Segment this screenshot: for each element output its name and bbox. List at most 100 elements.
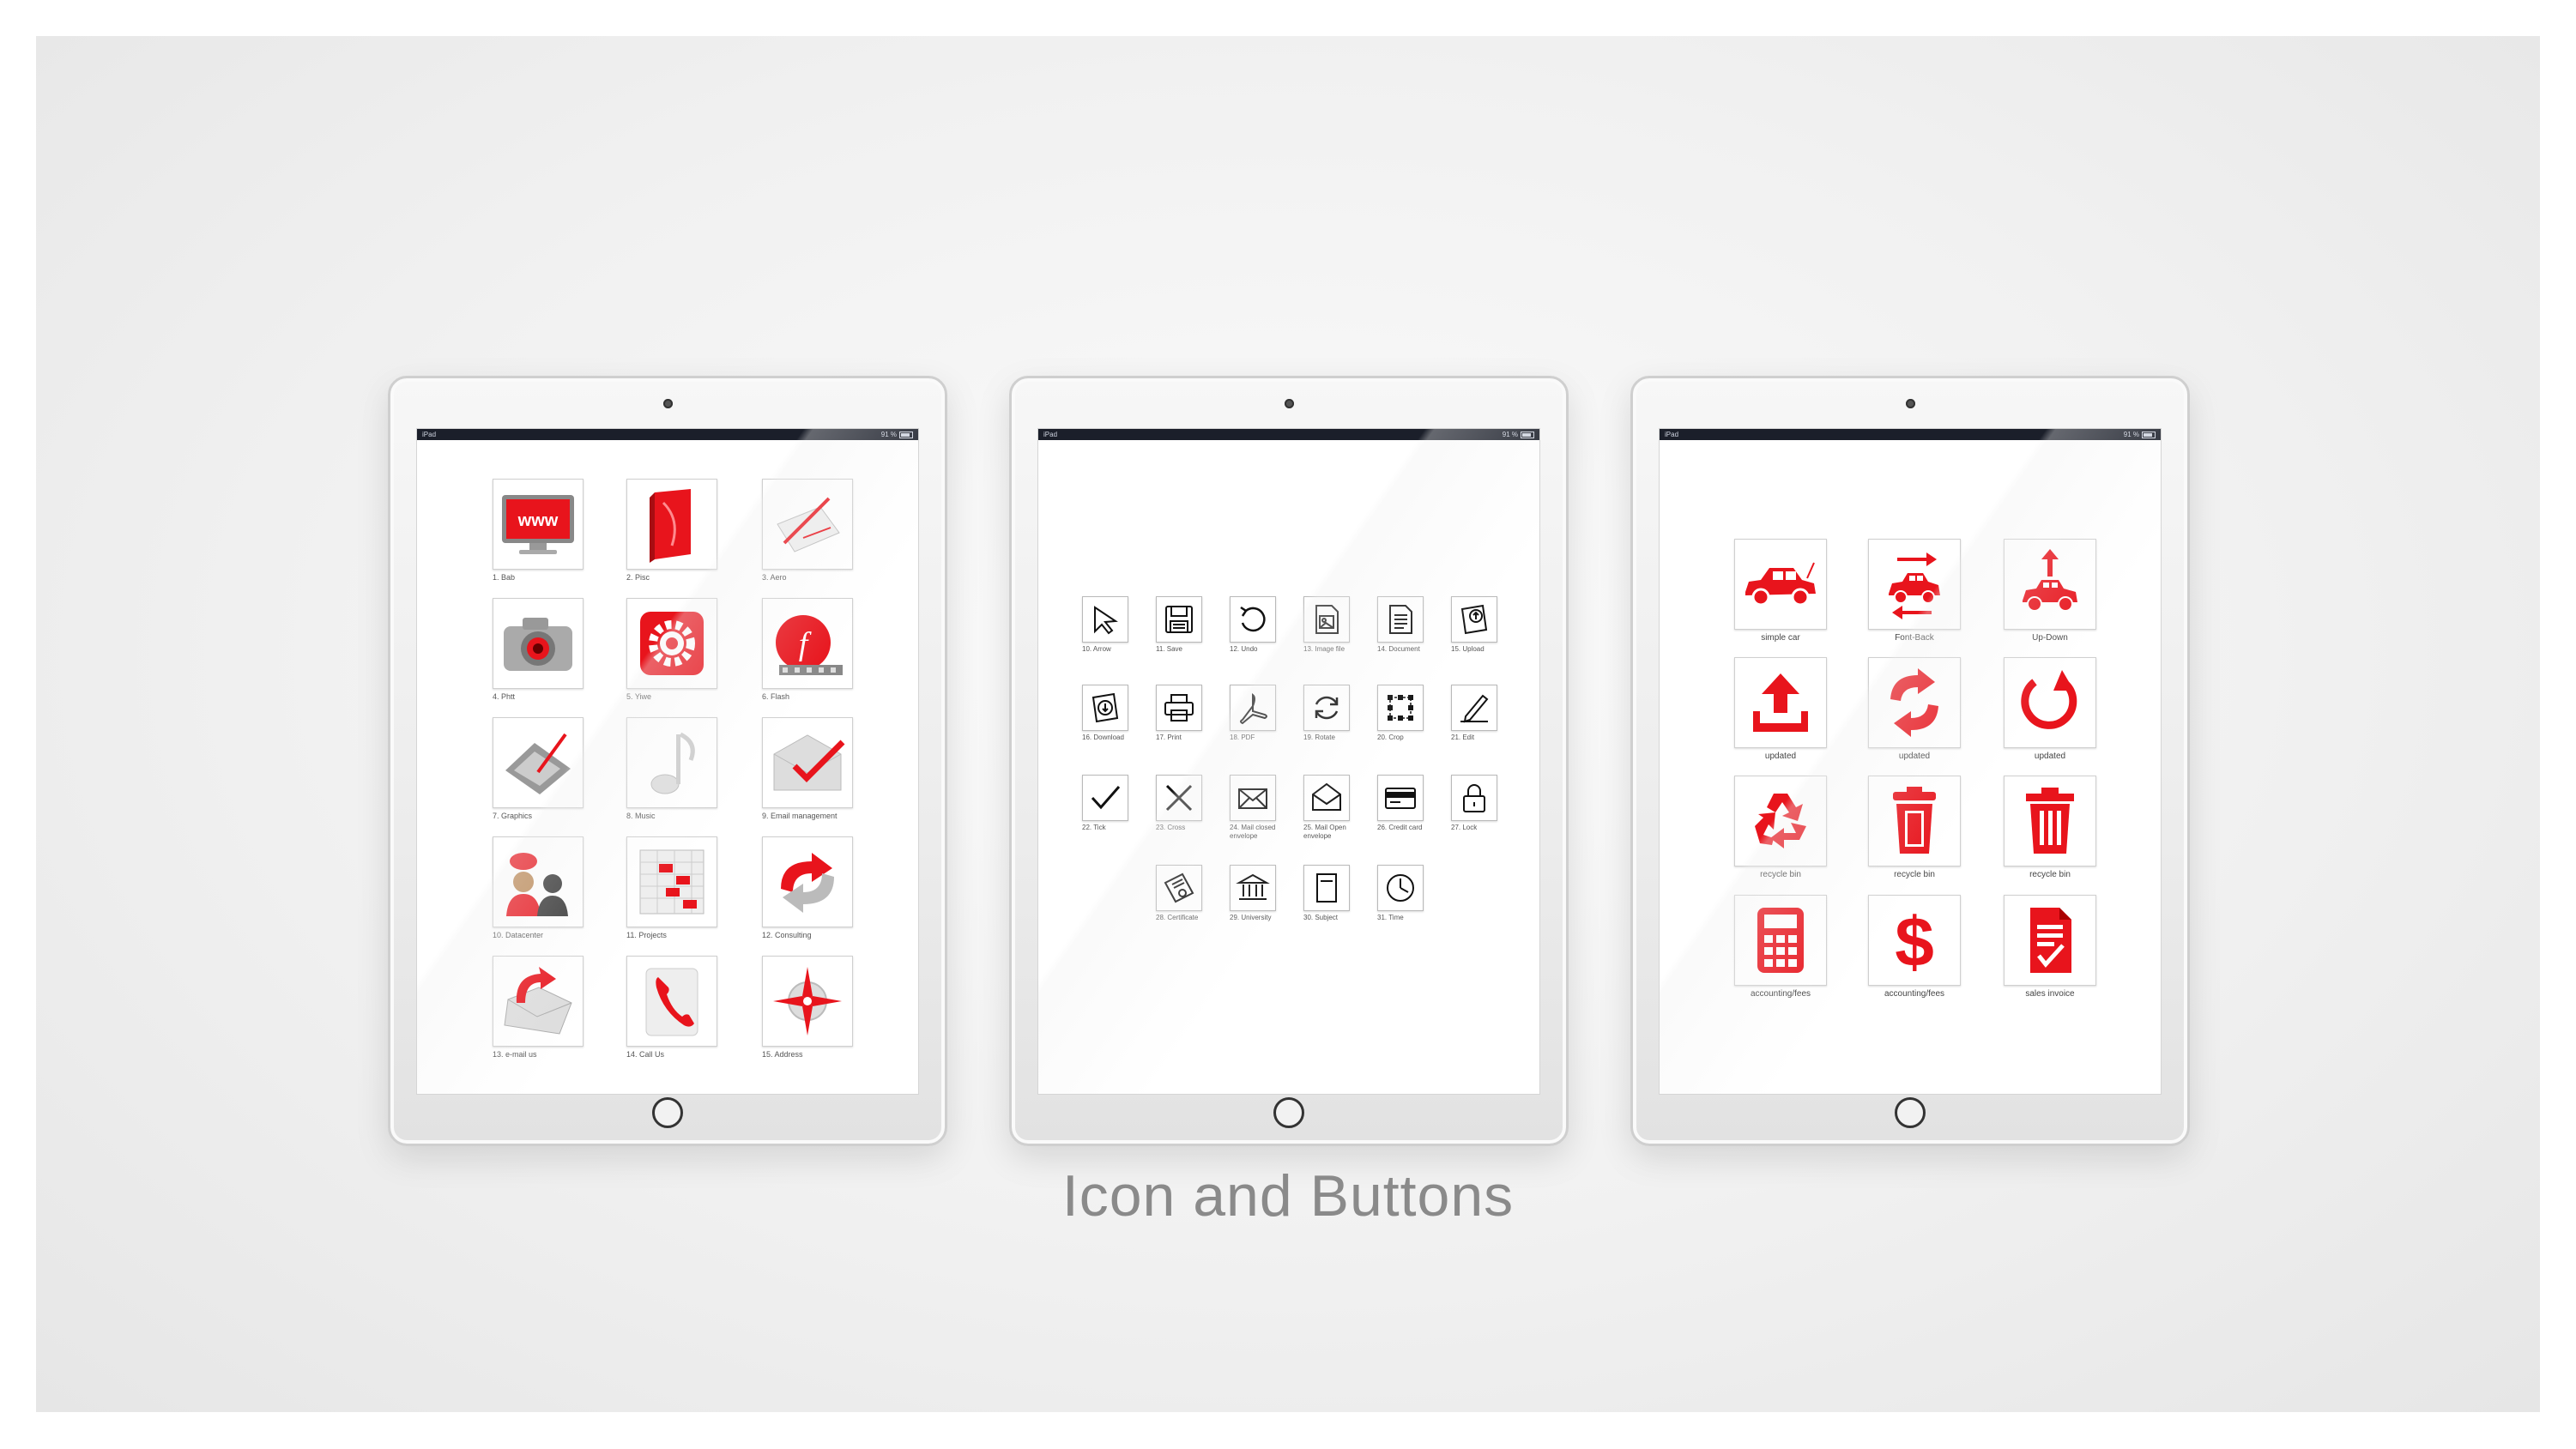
icon-button-credit-card[interactable]: 26. Credit card — [1364, 775, 1436, 832]
music-note-icon — [650, 732, 695, 794]
icon-label: 11. Projects — [626, 931, 667, 939]
camera-dot — [1906, 399, 1915, 408]
icon-button-rotate[interactable]: 19. Rotate — [1291, 685, 1363, 742]
battery-text: 91 % — [880, 431, 897, 438]
home-button[interactable] — [1273, 1097, 1304, 1128]
icon-button-consulting[interactable]: 12. Consulting — [743, 836, 872, 939]
camera-icon — [504, 618, 572, 671]
icon-label: 7. Graphics — [493, 812, 533, 820]
refresh-arrows-icon — [1890, 668, 1938, 737]
icon-button-gear[interactable]: 5. Yiwe — [608, 598, 736, 701]
icon-button-certificate[interactable]: 28. Certificate — [1143, 865, 1215, 922]
car-up-down-icon — [2023, 549, 2077, 612]
icon-button-pen[interactable]: 3. Aero — [743, 479, 872, 582]
status-bar: iPad 91 % — [417, 429, 918, 440]
icon-button-datacenter[interactable]: 10. Datacenter — [474, 836, 602, 939]
undo-icon — [1240, 606, 1266, 632]
icon-button-updated-upload[interactable]: updated — [1716, 657, 1845, 761]
icon-button-time[interactable]: 31. Time — [1364, 865, 1436, 922]
icon-label: 5. Yiwe — [626, 692, 652, 701]
icon-button-updated-circle[interactable]: updated — [1986, 657, 2114, 761]
icon-label: Font-Back — [1895, 633, 1934, 643]
icon-button-arrow[interactable]: 10. Arrow — [1069, 596, 1141, 654]
icon-label: 10. Datacenter — [493, 931, 544, 939]
icon-button-tick[interactable]: 22. Tick — [1069, 775, 1141, 832]
icon-button-subject[interactable]: 30. Subject — [1291, 865, 1363, 922]
red-book-icon — [650, 489, 691, 563]
icon-button-up-down[interactable]: Up-Down — [1986, 539, 2114, 643]
icon-button-document[interactable]: 14. Document — [1364, 596, 1436, 654]
closed-envelope-icon — [1238, 788, 1267, 809]
icon-label: 2. Pisc — [626, 573, 650, 582]
battery-text: 91 % — [2123, 431, 2139, 438]
lock-icon — [1463, 784, 1485, 812]
icon-button-updated-refresh[interactable]: updated — [1850, 657, 1979, 761]
monitor-www-icon: www — [502, 495, 574, 554]
document-icon — [1389, 605, 1412, 634]
pen-paper-icon — [777, 497, 840, 552]
icon-button-trash-bin[interactable]: recycle bin — [1850, 776, 1979, 879]
icon-button-save[interactable]: 11. Save — [1143, 596, 1215, 654]
icon-button-pdf[interactable]: 18. PDF — [1217, 685, 1289, 742]
icon-button-undo[interactable]: 12. Undo — [1217, 596, 1289, 654]
icon-button-calculator[interactable]: accounting/fees — [1716, 895, 1845, 999]
refresh-circle-icon — [2021, 670, 2077, 729]
home-button[interactable] — [1895, 1097, 1926, 1128]
icon-button-web[interactable]: www 1. Bab — [474, 479, 602, 582]
upload-icon — [1460, 604, 1488, 635]
tablet-line-icons: iPad 91 % 10. Arrow 11. Save 12. Undo 13… — [1009, 376, 1569, 1146]
icon-button-trash-can[interactable]: recycle bin — [1986, 776, 2114, 879]
battery-indicator: 91 % — [1503, 429, 1534, 440]
cursor-arrow-icon — [1094, 606, 1118, 635]
icon-label: 16. Download — [1082, 734, 1124, 741]
printer-icon — [1164, 694, 1194, 721]
icon-label: 22. Tick — [1082, 824, 1106, 831]
home-button[interactable] — [652, 1097, 683, 1128]
icon-button-download[interactable]: 16. Download — [1069, 685, 1141, 742]
icon-button-dollar[interactable]: $ accounting/fees — [1850, 895, 1979, 999]
icon-button-crop[interactable]: 20. Crop — [1364, 685, 1436, 742]
icon-button-email-management[interactable]: 9. Email management — [743, 717, 872, 820]
icon-button-address[interactable]: 15. Address — [743, 956, 872, 1059]
icon-button-book[interactable]: 2. Pisc — [608, 479, 736, 582]
icon-label: 1. Bab — [493, 573, 516, 582]
icon-button-image-file[interactable]: 13. Image file — [1291, 596, 1363, 654]
icon-button-email-us[interactable]: 13. e-mail us — [474, 956, 602, 1059]
icon-button-cross[interactable]: 23. Cross — [1143, 775, 1215, 832]
icon-button-photo[interactable]: 4. Phtt — [474, 598, 602, 701]
icon-button-graphics[interactable]: 7. Graphics — [474, 717, 602, 820]
icon-button-font-back[interactable]: Font-Back — [1850, 539, 1979, 643]
icon-button-upload[interactable]: 15. Upload — [1438, 596, 1510, 654]
icon-label: 4. Phtt — [493, 692, 516, 701]
battery-icon — [1521, 431, 1534, 438]
icon-label: 6. Flash — [762, 692, 790, 701]
tablet-screen: iPad 91 % 10. Arrow 11. Save 12. Undo 13… — [1037, 428, 1540, 1095]
presentation-background: iPad 91 % www 1. Bab 2. Pisc 3. Aero 4. … — [36, 36, 2540, 1412]
icon-label: sales invoice — [2025, 989, 2075, 999]
icon-label: 26. Credit card — [1377, 824, 1423, 831]
icon-button-projects[interactable]: 11. Projects — [608, 836, 736, 939]
icon-label: 19. Rotate — [1303, 734, 1335, 741]
icon-button-university[interactable]: 29. University — [1217, 865, 1289, 922]
icon-button-mail-open[interactable]: 25. Mail Open envelope — [1291, 775, 1363, 841]
icon-label: 15. Address — [762, 1050, 803, 1059]
tablet-screen: iPad 91 % www 1. Bab 2. Pisc 3. Aero 4. … — [416, 428, 919, 1095]
icon-button-edit[interactable]: 21. Edit — [1438, 685, 1510, 742]
icon-button-lock[interactable]: 27. Lock — [1438, 775, 1510, 832]
icon-button-music[interactable]: 8. Music — [608, 717, 736, 820]
icon-button-recycle[interactable]: recycle bin — [1716, 776, 1845, 879]
icon-button-mail-closed[interactable]: 24. Mail closed envelope — [1217, 775, 1289, 841]
icon-button-call-us[interactable]: 14. Call Us — [608, 956, 736, 1059]
device-name: iPad — [422, 431, 437, 438]
icon-button-print[interactable]: 17. Print — [1143, 685, 1215, 742]
icon-label: 24. Mail closed envelope — [1230, 824, 1276, 840]
icon-button-simple-car[interactable]: simple car — [1716, 539, 1845, 643]
subject-book-icon — [1316, 873, 1337, 903]
icon-button-sales-invoice[interactable]: sales invoice — [1986, 895, 2114, 999]
upload-tray-icon — [1753, 673, 1808, 732]
icon-button-flash[interactable]: f 6. Flash — [743, 598, 872, 701]
clock-icon — [1387, 874, 1414, 902]
icon-label: 10. Arrow — [1082, 645, 1111, 653]
edit-icon — [1460, 694, 1489, 723]
icon-label: 15. Upload — [1451, 645, 1485, 653]
